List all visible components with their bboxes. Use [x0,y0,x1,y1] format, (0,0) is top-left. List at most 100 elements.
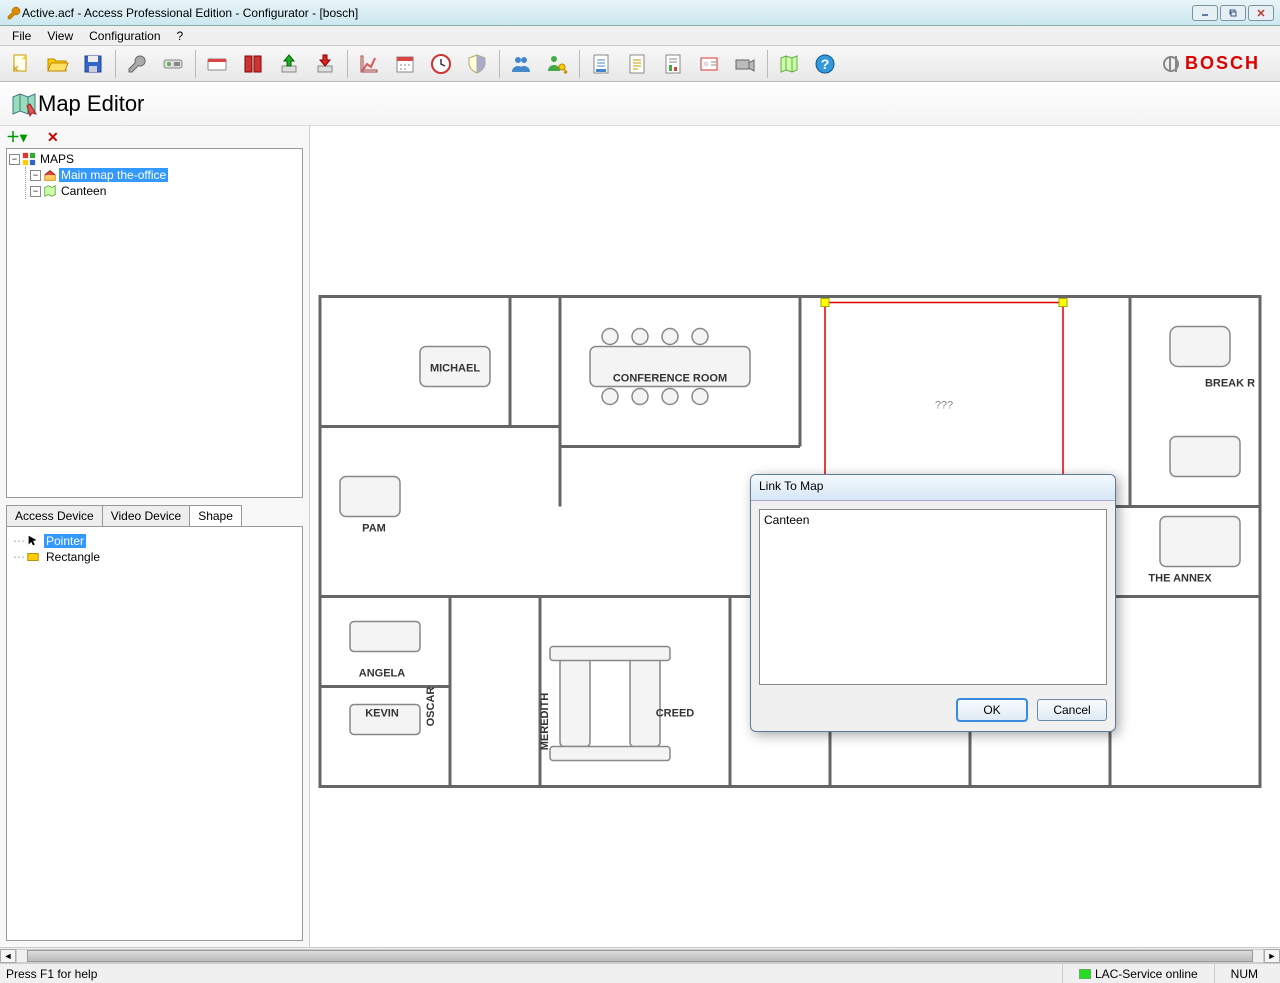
wrench-icon [125,52,149,76]
window-close-button[interactable] [1248,5,1274,21]
shape-rectangle[interactable]: ⋯ Rectangle [13,549,296,565]
toolbar-camera-button[interactable] [728,49,762,79]
toolbar-open-button[interactable] [40,49,74,79]
tab-video-device[interactable]: Video Device [102,505,191,526]
tree-node-main-map[interactable]: − Main map the-office [30,167,300,183]
open-folder-icon [45,52,69,76]
tab-access-device[interactable]: Access Device [6,505,103,526]
svg-text:PAM: PAM [362,523,386,535]
shape-panel: ⋯ Pointer ⋯ Rectangle [6,526,303,941]
tree-node-label: Canteen [59,184,108,198]
status-numlock: NUM [1214,964,1274,983]
menu-view[interactable]: View [39,27,81,45]
toolbar-separator [499,50,501,78]
svg-text:OSCAR: OSCAR [425,687,437,727]
ok-button[interactable]: OK [957,699,1027,721]
doors-icon [241,52,265,76]
statusbar: Press F1 for help LAC-Service online NUM [0,963,1280,983]
toolbar-schedule-button[interactable] [352,49,386,79]
tree-root-node[interactable]: − MAPS [9,151,300,167]
toolbar-badge-button[interactable] [692,49,726,79]
toolbar-new-button[interactable] [4,49,38,79]
toolbar-text2-button[interactable] [620,49,654,79]
link-to-map-dialog: Link To Map Canteen OK Cancel [750,474,1116,732]
toolbar-shield-button[interactable] [460,49,494,79]
toolbar-report-button[interactable] [656,49,690,79]
status-service: LAC-Service online [1062,964,1214,983]
window-titlebar: Active.acf - Access Professional Edition… [0,0,1280,26]
toolbar-save-button[interactable] [76,49,110,79]
expand-icon[interactable]: − [30,170,41,181]
new-file-icon [9,52,33,76]
shape-pointer[interactable]: ⋯ Pointer [13,533,296,549]
delete-map-button[interactable]: ✕ [47,129,59,146]
badge-icon [697,52,721,76]
expand-icon[interactable]: − [9,154,20,165]
window-restore-button[interactable] [1220,5,1246,21]
download-icon [313,52,337,76]
tree-node-canteen[interactable]: − Canteen [30,183,300,199]
menu-file[interactable]: File [4,27,39,45]
map-listbox[interactable]: Canteen [759,509,1107,685]
svg-text:CONFERENCE ROOM: CONFERENCE ROOM [613,373,727,385]
tree-toolbar: ＋▾ ✕ [0,126,309,148]
toolbar-card-button[interactable] [200,49,234,79]
rectangle-icon [26,550,40,564]
shape-label: Pointer [44,534,86,548]
toolbar-text1-button[interactable] [584,49,618,79]
pointer-icon [26,534,40,548]
dialog-title: Link To Map [751,475,1115,501]
expand-icon[interactable]: − [30,186,41,197]
toolbar-map-button[interactable] [772,49,806,79]
toolbar-calendar-button[interactable] [388,49,422,79]
brand-name: BOSCH [1185,53,1260,74]
group-key-icon [545,52,569,76]
menu-configuration[interactable]: Configuration [81,27,168,45]
map-tree[interactable]: − MAPS − Main map the-office − Canteen [6,148,303,498]
toolbar-download-button[interactable] [308,49,342,79]
toolbar-device-button[interactable] [156,49,190,79]
status-led-icon [1079,969,1091,979]
cancel-button[interactable]: Cancel [1037,699,1107,721]
scroll-left-button[interactable]: ◄ [0,949,16,963]
chart-icon [357,52,381,76]
toolbar-separator [115,50,117,78]
status-help-text: Press F1 for help [6,967,1062,981]
toolbar-users-button[interactable] [504,49,538,79]
users-icon [509,52,533,76]
toolbar-separator [767,50,769,78]
add-map-button[interactable]: ＋▾ [6,127,27,147]
clock-icon [429,52,453,76]
svg-text:BREAK R: BREAK R [1205,378,1255,390]
tab-shape[interactable]: Shape [189,505,242,526]
camera-icon [733,52,757,76]
shape-label: Rectangle [44,550,102,564]
toolbar-groups-button[interactable] [540,49,574,79]
svg-text:???: ??? [935,400,953,412]
menu-help[interactable]: ? [169,27,192,45]
toolbar-doors-button[interactable] [236,49,270,79]
svg-text:THE ANNEX: THE ANNEX [1148,573,1212,585]
toolbar-upload-button[interactable] [272,49,306,79]
map-canvas[interactable]: MICHAEL CONFERENCE ROOM BREAK R PAM KITC… [310,126,1280,947]
window-minimize-button[interactable] [1192,5,1218,21]
scroll-right-button[interactable]: ► [1264,949,1280,963]
toolbar-clock-button[interactable] [424,49,458,79]
svg-text:CREED: CREED [656,708,695,720]
svg-text:MEREDITH: MEREDITH [539,693,551,751]
list-item[interactable]: Canteen [762,512,1104,528]
map-editor-icon [10,90,38,118]
brand-logo: BOSCH [1163,53,1276,74]
text-doc-icon [589,52,613,76]
toolbar-separator [195,50,197,78]
upload-icon [277,52,301,76]
tree-root-label: MAPS [38,152,76,166]
scroll-thumb[interactable] [27,950,1253,962]
toolbar-help-button[interactable]: ? [808,49,842,79]
page-header: Map Editor [0,82,1280,126]
horizontal-scrollbar[interactable]: ◄ ► [0,947,1280,963]
scroll-track[interactable] [16,949,1264,963]
report-icon [661,52,685,76]
toolbar-wrench-button[interactable] [120,49,154,79]
device-icon [161,52,185,76]
